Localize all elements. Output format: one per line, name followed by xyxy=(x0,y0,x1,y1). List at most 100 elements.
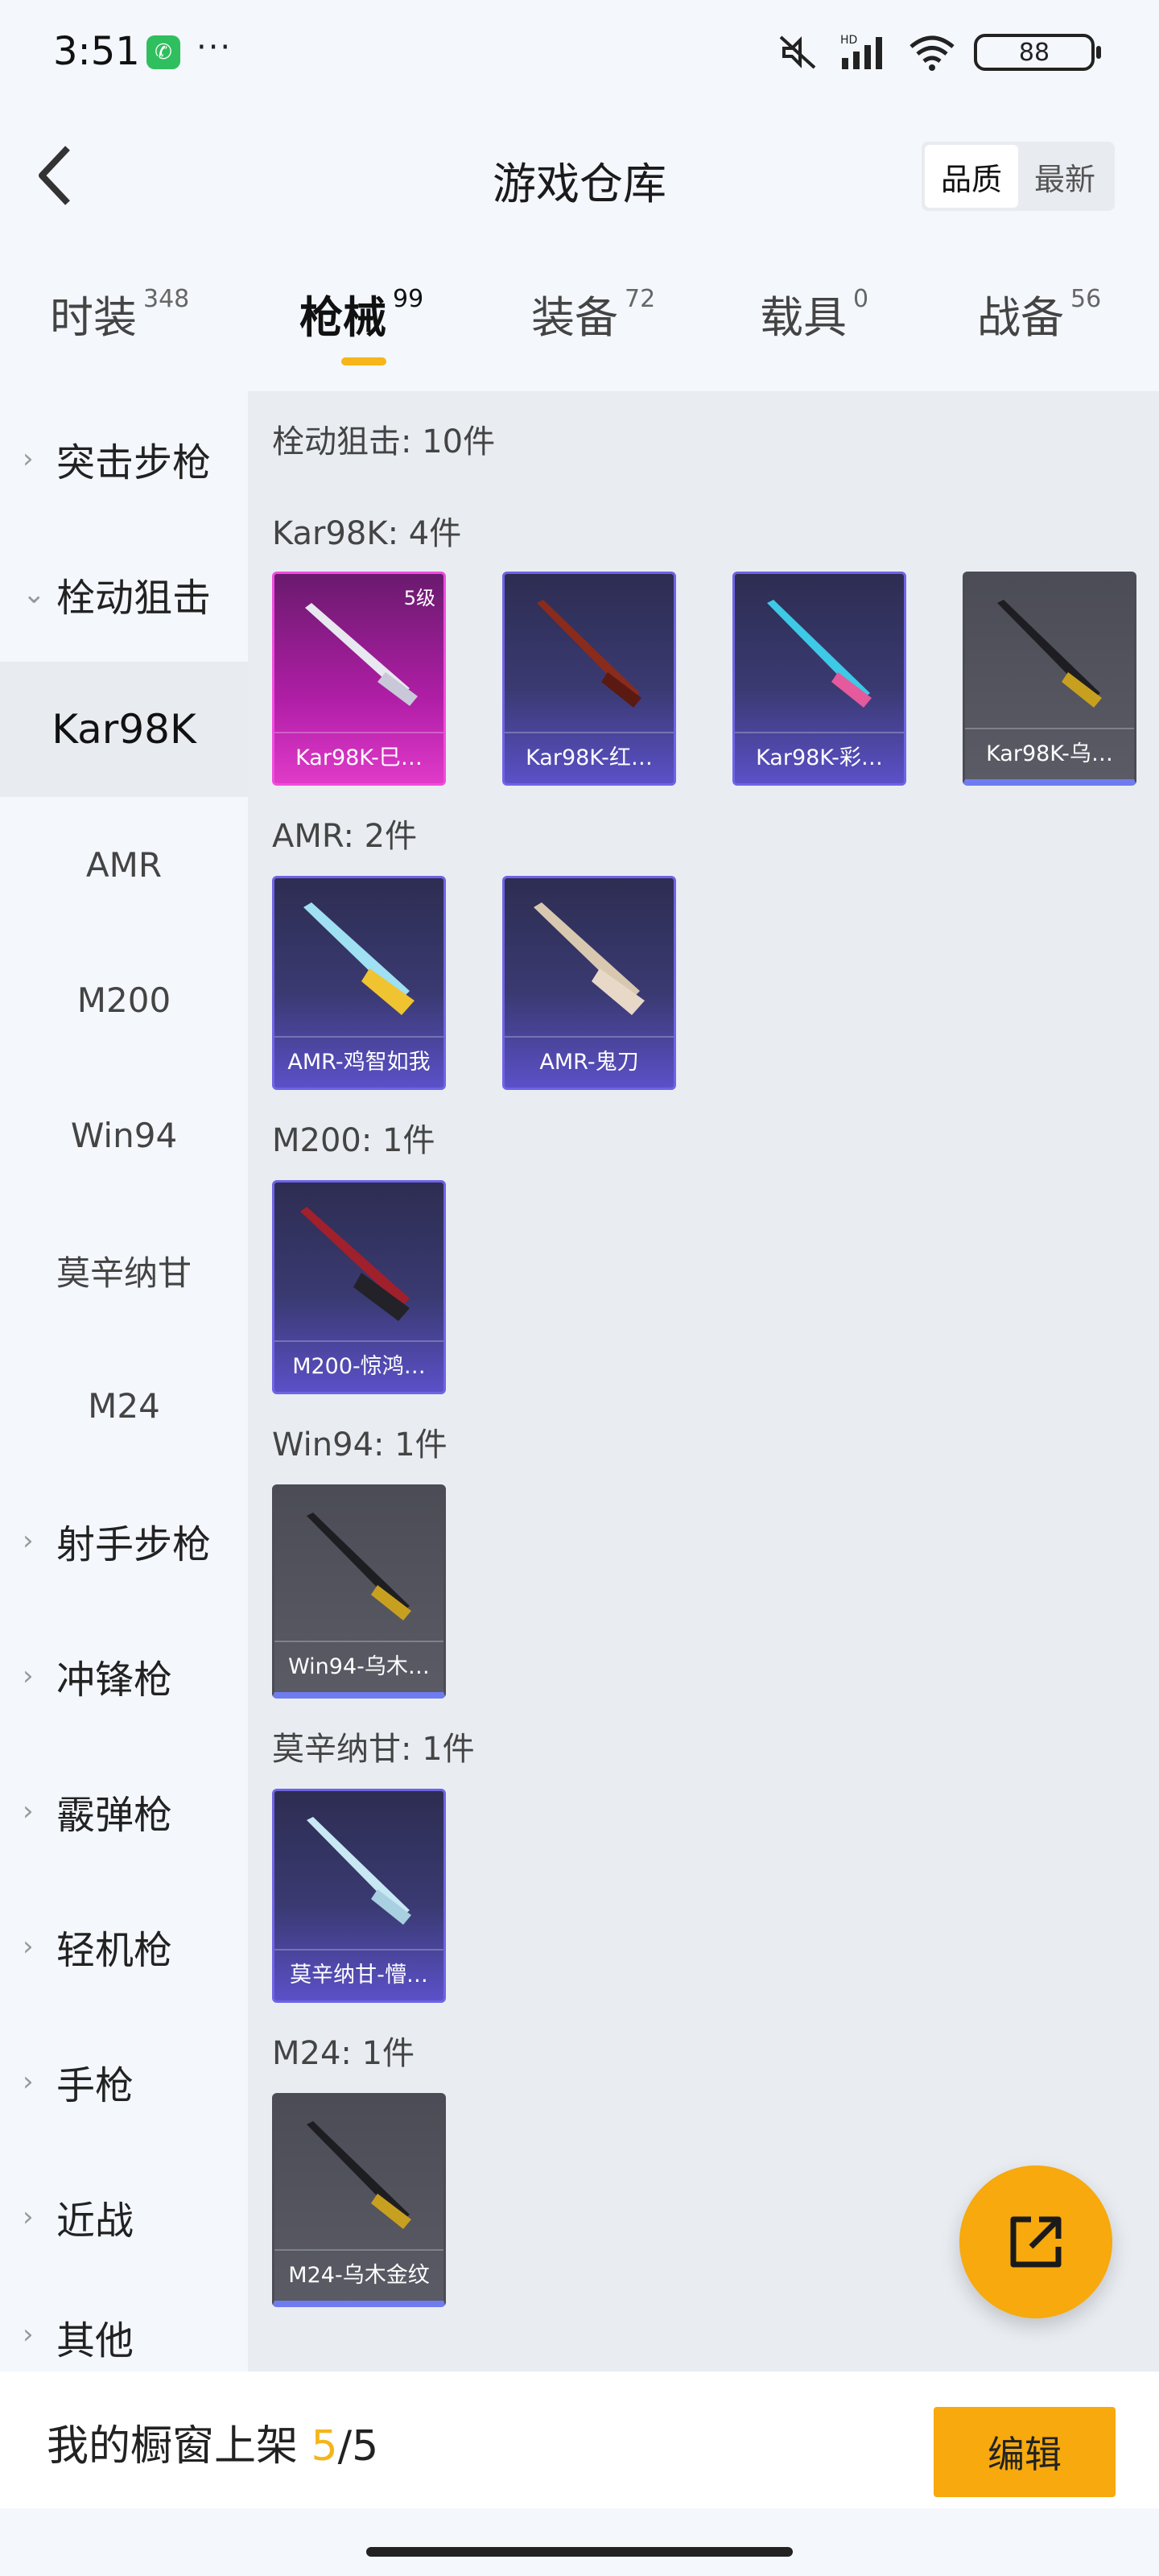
section-title-mosin: 莫辛纳甘: 1件 xyxy=(272,1731,475,1768)
sidebar-sub-win94[interactable]: Win94 xyxy=(0,1067,248,1203)
item-card[interactable]: Kar98K-彩… xyxy=(732,572,906,786)
sidebar-item-label: 手枪 xyxy=(56,2063,134,2108)
sidebar-sub-label: Kar98K xyxy=(52,706,196,753)
sidebar-sub-label: M200 xyxy=(76,980,171,1020)
section-title-win94: Win94: 1件 xyxy=(272,1426,448,1463)
more-notifications-icon: ··· xyxy=(196,29,233,66)
tab-equipment[interactable]: 装备 72 xyxy=(531,282,655,370)
sidebar-sub-label: AMR xyxy=(85,844,163,885)
item-card[interactable]: Win94-乌木… xyxy=(272,1484,446,1699)
rifle-image-icon xyxy=(307,2121,411,2229)
top-header: 游戏仓库 品质 最新 xyxy=(0,121,1159,233)
item-name: 莫辛纳甘-懵… xyxy=(274,1949,443,1994)
call-icon: ✆ xyxy=(146,35,180,69)
tab-label: 战备 xyxy=(977,292,1064,343)
sort-quality-option[interactable]: 品质 xyxy=(925,145,1018,208)
edit-button[interactable]: 编辑 xyxy=(934,2407,1116,2497)
item-name: Kar98K-红… xyxy=(505,732,674,777)
item-card[interactable]: Kar98K-红… xyxy=(502,572,676,786)
tab-count: 348 xyxy=(143,285,190,313)
showcase-separator: / xyxy=(337,2422,353,2471)
sidebar-item-lmg[interactable]: › 轻机枪 xyxy=(0,1879,248,2014)
tab-label: 载具 xyxy=(760,292,847,343)
wifi-icon xyxy=(909,35,955,71)
sidebar-sub-label: M24 xyxy=(88,1385,160,1426)
sidebar-item-shotgun[interactable]: › 霰弹枪 xyxy=(0,1744,248,1879)
rifle-image-icon xyxy=(307,1513,411,1620)
section-title-kar98k: Kar98K: 4件 xyxy=(272,515,462,552)
chevron-right-icon: › xyxy=(23,1795,34,1827)
battery-icon: 88 xyxy=(974,34,1101,71)
item-card[interactable]: M24-乌木金纹 xyxy=(272,2093,446,2307)
item-card[interactable]: AMR-鸡智如我 xyxy=(272,876,446,1090)
sidebar-item-smg[interactable]: › 冲锋枪 xyxy=(0,1608,248,1744)
item-card[interactable]: AMR-鬼刀 xyxy=(502,876,676,1090)
sidebar-item-pistol[interactable]: › 手枪 xyxy=(0,2014,248,2149)
item-name: M24-乌木金纹 xyxy=(274,2249,443,2294)
showcase-current-count: 5 xyxy=(311,2422,338,2471)
tab-count: 0 xyxy=(853,285,869,313)
item-card[interactable]: M200-惊鸿… xyxy=(272,1180,446,1394)
rifle-image-icon xyxy=(300,1207,410,1321)
chevron-right-icon: › xyxy=(23,2066,34,2098)
chevron-right-icon: › xyxy=(23,1930,34,1963)
sidebar-item-other[interactable]: › 其他 xyxy=(0,2285,248,2372)
share-button[interactable] xyxy=(959,2165,1112,2318)
active-tab-indicator xyxy=(341,357,386,365)
network-type-label: HD xyxy=(840,34,857,47)
showcase-status: 我的橱窗上架 5/5 xyxy=(47,2412,378,2472)
section-title-m24: M24: 1件 xyxy=(272,2035,415,2072)
sidebar-item-marksman-rifle[interactable]: › 射手步枪 xyxy=(0,1473,248,1608)
chevron-right-icon: › xyxy=(23,1525,34,1557)
sidebar-sub-mosin[interactable]: 莫辛纳甘 xyxy=(0,1203,248,1338)
sidebar-sub-amr[interactable]: AMR xyxy=(0,797,248,932)
rifle-image-icon xyxy=(305,603,418,706)
chevron-right-icon: › xyxy=(23,1660,34,1692)
tab-label: 装备 xyxy=(531,292,618,343)
sidebar-item-label: 其他 xyxy=(56,2318,134,2363)
item-card[interactable]: 莫辛纳甘-懵… xyxy=(272,1789,446,2003)
sidebar-sub-m24[interactable]: M24 xyxy=(0,1338,248,1473)
share-external-icon xyxy=(1010,2216,1062,2268)
sidebar-sub-m200[interactable]: M200 xyxy=(0,932,248,1067)
tab-vehicles[interactable]: 载具 0 xyxy=(760,282,868,370)
sort-latest-option[interactable]: 最新 xyxy=(1018,145,1112,208)
content-header: 栓动狙击: 10件 xyxy=(272,423,496,460)
tab-fashion[interactable]: 时装 348 xyxy=(50,282,189,370)
category-tabs: 时装 348 枪械 99 装备 72 载具 0 战备 56 xyxy=(0,282,1159,370)
battery-level: 88 xyxy=(1018,38,1050,67)
home-indicator[interactable] xyxy=(366,2547,793,2557)
tab-count: 56 xyxy=(1070,285,1102,313)
sidebar-item-label: 近战 xyxy=(56,2198,134,2244)
sidebar-sub-label: 莫辛纳甘 xyxy=(56,1253,192,1293)
item-name: Kar98K-乌… xyxy=(965,728,1134,773)
item-name: Win94-乌木… xyxy=(274,1641,443,1686)
item-name: AMR-鬼刀 xyxy=(505,1036,674,1081)
tab-battle-gear[interactable]: 战备 56 xyxy=(977,282,1101,370)
showcase-label: 我的橱窗上架 xyxy=(47,2422,299,2471)
sidebar-item-melee[interactable]: › 近战 xyxy=(0,2149,248,2285)
item-name: Kar98K-彩… xyxy=(735,732,904,777)
tab-count: 99 xyxy=(393,285,424,313)
rifle-image-icon xyxy=(997,600,1102,708)
item-card[interactable]: Kar98K-乌… xyxy=(963,572,1136,786)
chevron-down-icon: ⌄ xyxy=(23,578,46,610)
item-name: M200-惊鸿… xyxy=(274,1340,443,1385)
sidebar-sub-label: Win94 xyxy=(70,1115,178,1155)
sidebar-item-assault-rifle[interactable]: › 突击步枪 xyxy=(0,391,248,526)
chevron-right-icon: › xyxy=(23,2318,34,2351)
chevron-right-icon: › xyxy=(23,2201,34,2233)
tab-label: 时装 xyxy=(50,292,137,343)
sidebar-sub-kar98k[interactable]: Kar98K xyxy=(0,662,248,797)
sidebar-item-bolt-sniper[interactable]: ⌄ 栓动狙击 xyxy=(0,526,248,662)
weapon-type-sidebar: › 突击步枪 ⌄ 栓动狙击 Kar98K AMR M200 Win94 莫辛纳甘… xyxy=(0,391,248,2372)
section-title-m200: M200: 1件 xyxy=(272,1122,435,1159)
rifle-image-icon xyxy=(537,600,641,708)
item-name: Kar98K-巳… xyxy=(274,732,443,777)
showcase-total-count: 5 xyxy=(352,2422,379,2471)
item-card[interactable]: 5级 Kar98K-巳… xyxy=(272,572,446,786)
status-bar: 3:51 ✆ ··· HD 88 xyxy=(0,0,1159,105)
section-title-amr: AMR: 2件 xyxy=(272,818,418,855)
status-icons: HD 88 xyxy=(774,32,1101,72)
rifle-image-icon xyxy=(767,600,872,708)
